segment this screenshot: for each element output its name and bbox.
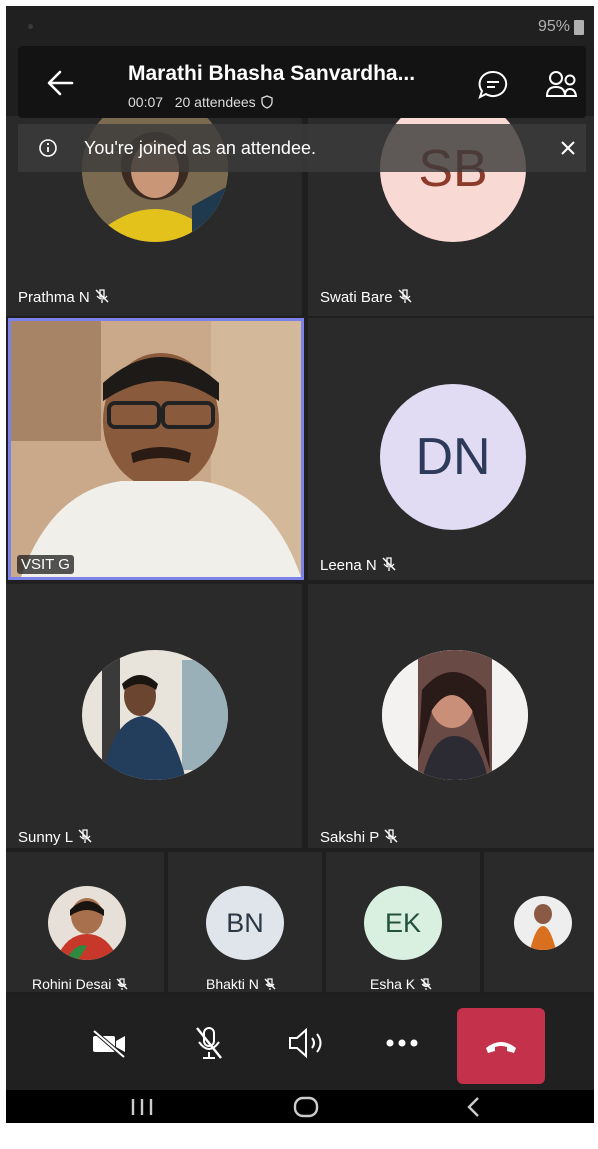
participant-name: Swati Bare xyxy=(320,289,393,306)
camera-off-icon[interactable] xyxy=(90,1028,128,1060)
mic-off-icon[interactable] xyxy=(192,1024,226,1062)
participant-name: Sunny L xyxy=(18,829,74,846)
close-icon[interactable] xyxy=(558,138,578,158)
hang-up-button[interactable] xyxy=(457,1008,545,1084)
banner-text: You're joined as an attendee. xyxy=(84,138,316,158)
participant-name: Rohini Desai xyxy=(32,976,112,992)
participant-name: Prathma N xyxy=(18,289,90,306)
hang-up-icon xyxy=(486,1042,516,1053)
participant-name: Leena N xyxy=(320,557,377,574)
chat-icon[interactable] xyxy=(476,68,510,102)
participant-tile-small[interactable]: BN Bhakti N xyxy=(168,852,322,992)
recent-apps-icon[interactable] xyxy=(128,1096,156,1118)
meeting-header: Marathi Bhasha Sanvardha... 00:07 20 att… xyxy=(18,46,586,118)
call-duration: 00:07 xyxy=(128,94,164,110)
avatar-initials: BN xyxy=(206,886,284,960)
participants-icon[interactable] xyxy=(544,68,580,102)
participant-name: Bhakti N xyxy=(206,976,259,992)
participant-name: Esha K xyxy=(370,976,416,992)
participant-photo xyxy=(48,886,126,960)
participant-tile-small[interactable]: Rohini Desai xyxy=(6,852,164,992)
system-back-icon[interactable] xyxy=(464,1095,484,1119)
avatar xyxy=(382,650,528,780)
participant-photo xyxy=(514,896,572,950)
battery-icon xyxy=(574,20,584,35)
back-arrow-icon[interactable] xyxy=(42,66,82,100)
mic-off-icon xyxy=(420,978,432,990)
participant-tile-small[interactable] xyxy=(484,852,594,992)
status-dot xyxy=(28,24,33,29)
more-icon[interactable] xyxy=(384,1034,420,1052)
avatar xyxy=(48,886,126,960)
participant-name: VSIT G xyxy=(17,555,74,574)
system-nav-bar xyxy=(6,1090,594,1123)
mic-off-icon xyxy=(264,978,276,990)
participant-name: Sakshi P xyxy=(320,829,380,846)
meeting-meta: 00:07 20 attendees xyxy=(128,94,274,110)
participant-photo xyxy=(382,650,528,780)
mic-off-icon xyxy=(116,978,128,990)
home-icon[interactable] xyxy=(292,1095,320,1119)
mic-off-icon xyxy=(398,289,412,303)
participant-tile[interactable]: DN Leena N xyxy=(308,318,594,580)
attendee-count: 20 attendees xyxy=(174,94,256,110)
participant-tile-active[interactable]: VSIT G xyxy=(8,318,304,580)
speaker-icon[interactable] xyxy=(286,1026,326,1060)
mic-off-icon xyxy=(78,829,92,843)
avatar-initials: EK xyxy=(364,886,442,960)
participant-tile-small[interactable]: EK Esha K xyxy=(326,852,480,992)
participant-tile[interactable]: Sunny L xyxy=(6,584,302,848)
mic-off-icon xyxy=(384,829,398,843)
participant-tile[interactable]: Sakshi P xyxy=(308,584,594,848)
avatar xyxy=(514,896,572,950)
avatar-initials: DN xyxy=(380,384,526,530)
call-controls xyxy=(6,996,594,1090)
participant-video xyxy=(11,321,301,577)
shield-icon xyxy=(260,95,273,109)
attendee-banner: You're joined as an attendee. xyxy=(18,124,586,172)
meeting-screen: 95% Prathma N SB Swati Bare xyxy=(6,6,594,1123)
mic-off-icon xyxy=(95,289,109,303)
mic-off-icon xyxy=(382,557,396,571)
info-icon xyxy=(39,139,57,157)
battery-level: 95% xyxy=(537,18,570,35)
participant-photo xyxy=(82,650,228,780)
meeting-title: Marathi Bhasha Sanvardha... xyxy=(128,62,416,85)
avatar xyxy=(82,650,228,780)
status-bar: 95% xyxy=(6,6,594,48)
